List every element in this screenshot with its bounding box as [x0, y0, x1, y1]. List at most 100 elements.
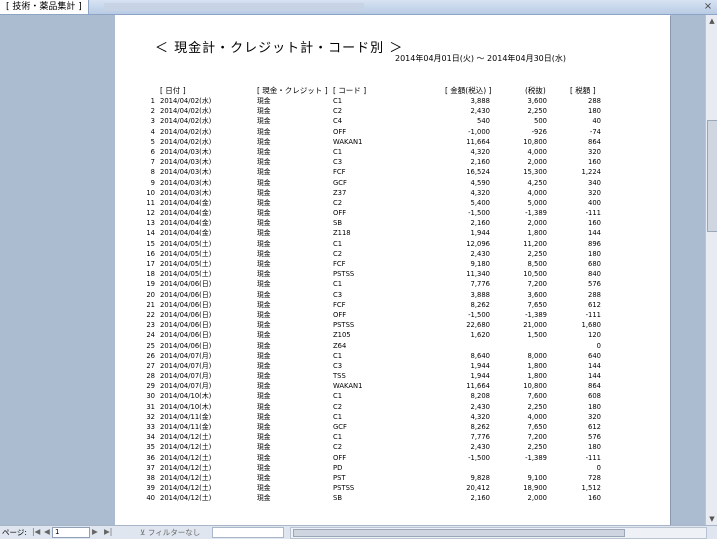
- row-number: 24: [146, 331, 155, 340]
- row-tax: 864: [588, 382, 601, 391]
- search-input[interactable]: [212, 527, 284, 538]
- row-amount: 4,590: [470, 178, 490, 187]
- row-tax-excluded: 3,600: [527, 97, 547, 105]
- row-number: 16: [146, 249, 155, 258]
- table-row: 6 2014/04/03(木) 現金 C1 4,320 4,000 320: [115, 147, 670, 157]
- row-amount: 1,944: [470, 361, 490, 370]
- row-number: 39: [146, 484, 155, 493]
- table-row: 2 2014/04/02(水) 現金 C2 2,430 2,250 180: [115, 106, 670, 116]
- row-code: OFF: [333, 453, 347, 462]
- row-tax: 1,224: [581, 168, 601, 177]
- row-kind: 現金: [257, 198, 271, 207]
- row-code: C1: [333, 97, 343, 105]
- row-amount: 3,888: [470, 97, 490, 105]
- horizontal-scroll-thumb[interactable]: [293, 529, 625, 537]
- scroll-thumb[interactable]: [707, 120, 717, 232]
- row-date: 2014/04/02(水): [160, 127, 212, 136]
- table-row: 30 2014/04/10(木) 現金 C1 8,208 7,600 608: [115, 391, 670, 401]
- title-bar: [ 技術・薬品集計 ] ×: [0, 0, 717, 15]
- first-page-button[interactable]: |◀: [32, 527, 40, 536]
- row-tax-excluded: 7,200: [527, 280, 547, 289]
- row-date: 2014/04/03(木): [160, 178, 212, 187]
- row-date: 2014/04/02(水): [160, 137, 212, 146]
- row-date: 2014/04/05(土): [160, 239, 212, 248]
- row-tax: 864: [588, 137, 601, 146]
- row-tax-excluded: -1,389: [525, 209, 547, 218]
- row-number: 4: [150, 127, 155, 136]
- table-row: 39 2014/04/12(土) 現金 PSTSS 20,412 18,900 1,512: [115, 483, 670, 493]
- document-tab[interactable]: [ 技術・薬品集計 ]: [0, 0, 89, 14]
- row-date: 2014/04/06(日): [160, 300, 212, 309]
- row-tax-excluded: 2,250: [527, 402, 547, 411]
- row-date: 2014/04/10(木): [160, 402, 212, 411]
- row-kind: 現金: [257, 137, 271, 146]
- row-tax: 640: [588, 351, 601, 360]
- table-row: 11 2014/04/04(金) 現金 C2 5,400 5,000 400: [115, 198, 670, 208]
- last-page-button[interactable]: ▶|: [104, 527, 112, 536]
- row-code: FCF: [333, 260, 346, 268]
- row-date: 2014/04/07(月): [160, 351, 212, 360]
- row-date: 2014/04/02(水): [160, 117, 212, 126]
- row-number: 3: [150, 117, 155, 126]
- prev-page-button[interactable]: ◀: [44, 527, 50, 536]
- row-amount: 22,680: [466, 321, 490, 330]
- row-code: C3: [333, 290, 343, 299]
- table-row: 33 2014/04/11(金) 現金 GCF 8,262 7,650 612: [115, 422, 670, 432]
- row-code: C2: [333, 402, 343, 411]
- row-kind: 現金: [257, 484, 271, 493]
- row-amount: 4,320: [470, 147, 490, 156]
- row-amount: 16,524: [466, 168, 490, 177]
- row-code: FCF: [333, 168, 346, 177]
- row-kind: 現金: [257, 219, 271, 228]
- row-code: C2: [333, 198, 343, 207]
- row-number: 33: [146, 423, 155, 431]
- row-code: OFF: [333, 127, 347, 136]
- row-code: SB: [333, 219, 342, 228]
- scroll-down-icon[interactable]: ▼: [706, 513, 717, 525]
- row-kind: 現金: [257, 107, 271, 116]
- row-number: 2: [150, 107, 155, 116]
- row-tax-excluded: 7,200: [527, 433, 547, 442]
- vertical-scrollbar[interactable]: ▲ ▼: [705, 15, 717, 525]
- filter-status[interactable]: ⊻ フィルターなし: [140, 527, 200, 538]
- row-amount: 3,888: [470, 290, 490, 299]
- row-number: 18: [146, 270, 155, 279]
- row-code: Z118: [333, 229, 351, 238]
- row-tax: 320: [588, 188, 601, 197]
- row-kind: 現金: [257, 290, 271, 299]
- row-amount: -1,000: [468, 127, 490, 136]
- table-row: 18 2014/04/05(土) 現金 PSTSS 11,340 10,500 840: [115, 269, 670, 279]
- scroll-up-icon[interactable]: ▲: [706, 15, 717, 27]
- row-tax-excluded: 8,000: [527, 351, 547, 360]
- row-date: 2014/04/07(月): [160, 361, 212, 370]
- row-date: 2014/04/03(木): [160, 188, 212, 197]
- table-row: 16 2014/04/05(土) 現金 C2 2,430 2,250 180: [115, 249, 670, 259]
- table-row: 7 2014/04/03(木) 現金 C3 2,160 2,000 160: [115, 157, 670, 167]
- table-row: 19 2014/04/06(日) 現金 C1 7,776 7,200 576: [115, 279, 670, 289]
- row-number: 30: [146, 392, 155, 401]
- table-row: 38 2014/04/12(土) 現金 PST 9,828 9,100 728: [115, 473, 670, 483]
- row-code: C1: [333, 351, 343, 360]
- horizontal-scrollbar[interactable]: [290, 527, 707, 539]
- row-tax-excluded: 10,800: [523, 382, 547, 391]
- row-kind: 現金: [257, 300, 271, 309]
- row-tax: 612: [588, 423, 601, 431]
- report-rows: 1 2014/04/02(水) 現金 C1 3,888 3,600 288 2 2014/04/…: [115, 96, 670, 504]
- row-number: 14: [146, 229, 155, 238]
- row-number: 21: [146, 300, 155, 309]
- row-code: C2: [333, 249, 343, 258]
- row-code: SB: [333, 494, 342, 503]
- close-button[interactable]: ×: [701, 1, 715, 12]
- page-number-input[interactable]: 1: [52, 527, 90, 538]
- table-row: 13 2014/04/04(金) 現金 SB 2,160 2,000 160: [115, 218, 670, 228]
- row-code: GCF: [333, 178, 347, 187]
- table-row: 22 2014/04/06(日) 現金 OFF -1,500 -1,389 -111: [115, 310, 670, 320]
- table-row: 4 2014/04/02(水) 現金 OFF -1,000 -926 -74: [115, 127, 670, 137]
- row-code: C2: [333, 107, 343, 116]
- row-amount: 11,664: [466, 382, 490, 391]
- row-tax: 400: [588, 198, 601, 207]
- row-amount: 8,262: [470, 300, 490, 309]
- row-code: PD: [333, 463, 343, 472]
- next-page-button[interactable]: ▶: [92, 527, 98, 536]
- report-title: ＜ 現金計・クレジット計・コード別 ＞: [155, 41, 404, 56]
